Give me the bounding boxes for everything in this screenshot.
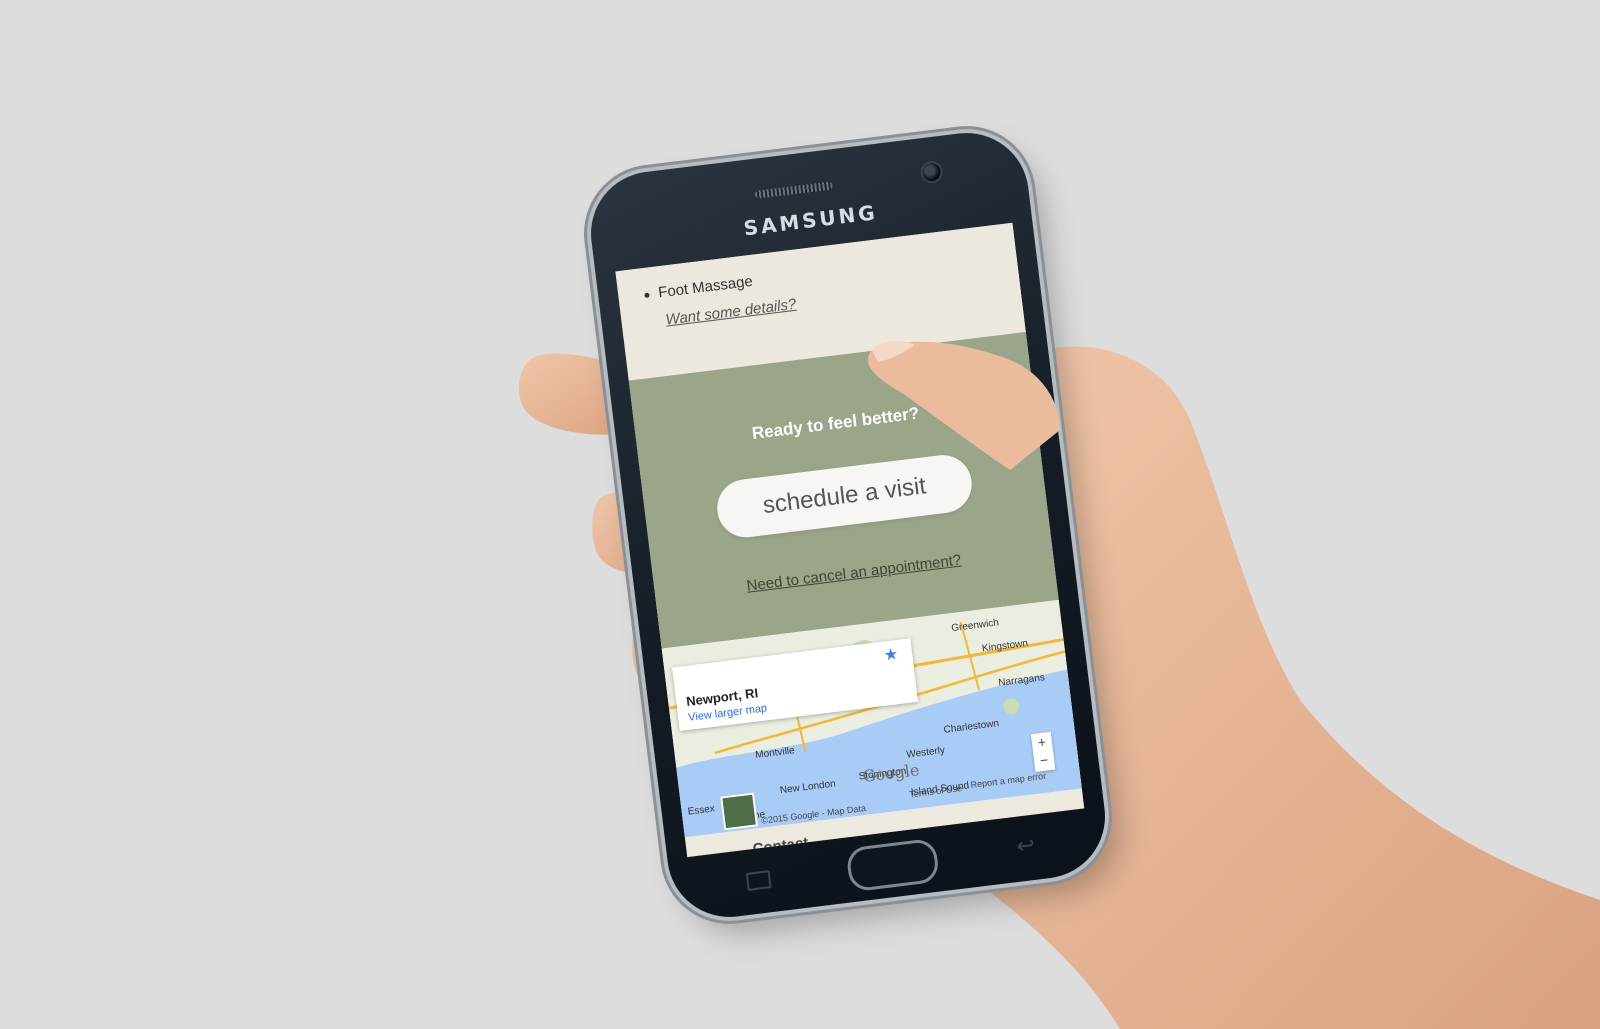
home-button[interactable] <box>845 837 941 893</box>
phone-body: SAMSUNG Foot Massage Want some details? … <box>583 125 1113 925</box>
satellite-toggle[interactable] <box>720 792 759 831</box>
scene: SAMSUNG Foot Massage Want some details? … <box>0 0 1600 1029</box>
cta-heading: Ready to feel better? <box>750 403 921 443</box>
phone-screen: Foot Massage Want some details? Ready to… <box>615 222 1085 858</box>
back-icon[interactable]: ↩ <box>1015 832 1036 860</box>
cancel-appointment-link[interactable]: Need to cancel an appointment? <box>654 540 1053 606</box>
front-camera-icon <box>919 159 944 185</box>
earpiece-speaker <box>754 181 833 199</box>
contact-heading: Contact <box>751 834 810 858</box>
smartphone: SAMSUNG Foot Massage Want some details? … <box>583 125 1113 925</box>
recent-apps-icon[interactable] <box>745 870 772 891</box>
bullet-icon <box>644 292 650 299</box>
cta-section: Ready to feel better? schedule a visit N… <box>628 331 1059 649</box>
schedule-visit-button[interactable]: schedule a visit <box>713 451 976 541</box>
star-icon[interactable]: ★ <box>883 644 900 666</box>
service-label: Foot Massage <box>657 272 754 302</box>
service-list-item: Foot Massage <box>644 272 754 302</box>
zoom-out-button[interactable]: − <box>1033 750 1055 770</box>
details-link[interactable]: Want some details? <box>665 296 798 329</box>
